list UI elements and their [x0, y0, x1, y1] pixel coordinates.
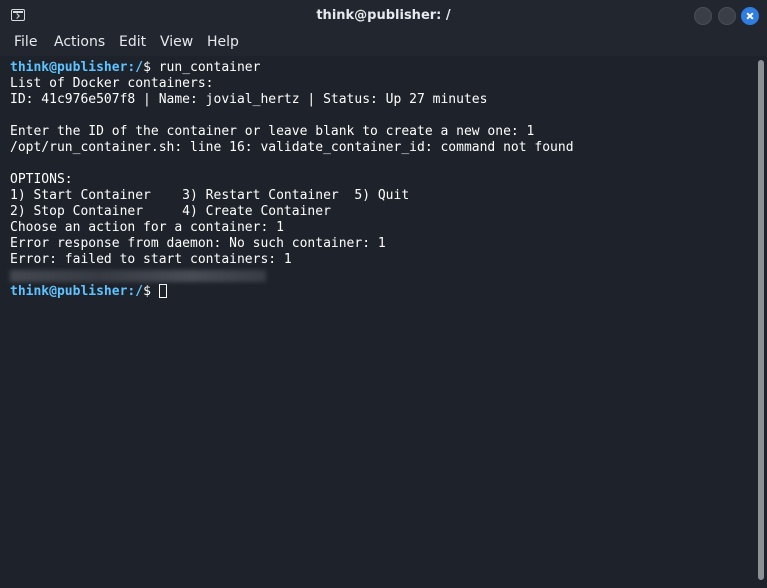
output-line: Error: failed to start containers: 1	[10, 252, 292, 267]
output-line: 1) Start Container 3) Restart Container …	[10, 188, 410, 203]
redacted-line	[10, 269, 266, 282]
prompt-line: think@publisher:/$	[10, 284, 167, 299]
prompt-user: think@publisher	[10, 60, 128, 75]
prompt-path: :/	[127, 284, 144, 299]
window-title: think@publisher: /	[316, 8, 451, 23]
prompt-user: think@publisher	[10, 284, 128, 299]
prompt-line: think@publisher:/$ run_container	[10, 60, 260, 75]
output-line: OPTIONS:	[10, 172, 73, 187]
menu-actions[interactable]: Actions	[54, 34, 105, 50]
terminal-area[interactable]: think@publisher:/$ run_container List of…	[0, 56, 767, 588]
text-cursor	[158, 284, 167, 298]
prompt-symbol: $	[143, 60, 159, 75]
menu-bar: File Actions Edit View Help	[0, 32, 767, 56]
scrollbar[interactable]	[758, 60, 764, 580]
menu-edit[interactable]: Edit	[119, 34, 146, 50]
output-line: Error response from daemon: No such cont…	[10, 236, 386, 251]
output-line: ID: 41c976e507f8 | Name: jovial_hertz | …	[10, 92, 488, 107]
menu-view[interactable]: View	[160, 34, 193, 50]
minimize-button[interactable]	[694, 7, 712, 25]
prompt-symbol: $	[143, 284, 159, 299]
title-bar: think@publisher: /	[0, 0, 767, 32]
menu-file[interactable]: File	[14, 34, 37, 50]
maximize-button[interactable]	[718, 7, 736, 25]
output-line: /opt/run_container.sh: line 16: validate…	[10, 140, 574, 155]
terminal-window: think@publisher: / File Actions Edit Vie…	[0, 0, 767, 588]
output-line: List of Docker containers:	[10, 76, 214, 91]
output-line: Enter the ID of the container or leave b…	[10, 124, 535, 139]
output-line: 2) Stop Container 4) Create Container	[10, 204, 331, 219]
command-text: run_container	[158, 60, 261, 75]
output-line: Choose an action for a container: 1	[10, 220, 284, 235]
terminal-output: think@publisher:/$ run_container List of…	[10, 60, 574, 300]
menu-help[interactable]: Help	[207, 34, 239, 50]
close-button[interactable]	[741, 7, 759, 25]
prompt-path: :/	[127, 60, 144, 75]
